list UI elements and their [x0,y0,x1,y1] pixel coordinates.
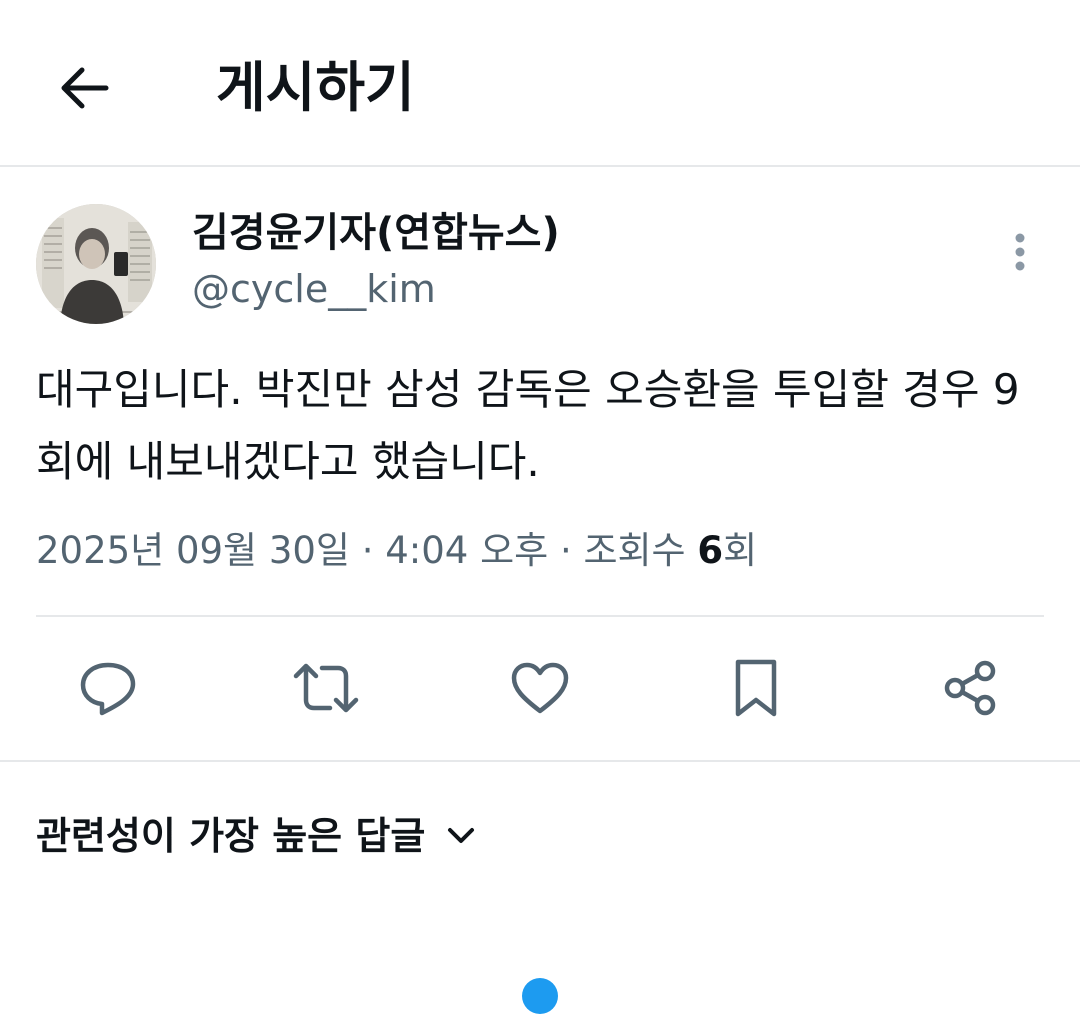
tweet-metadata: 2025년 09월 30일 · 4:04 오후 · 조회수 6회 [36,524,757,578]
avatar[interactable] [36,204,156,324]
reply-sort-dropdown[interactable]: 관련성이 가장 높은 답글 [36,808,475,864]
retweet-icon [293,663,359,713]
chevron-down-icon [447,827,475,845]
view-count[interactable]: 6 [697,529,723,572]
top-bar: 게시하기 [0,0,1080,167]
loading-spinner [522,978,558,1014]
timestamp: 2025년 09월 30일 · 4:04 오후 · 조회수 [36,529,698,572]
share-button[interactable] [932,650,1008,726]
bookmark-icon [735,659,777,717]
more-options-button[interactable] [1000,228,1040,276]
reply-button[interactable] [70,650,146,726]
tweet-text: 대구입니다. 박진만 삼성 감독은 오승환을 투입할 경우 9회에 내보내겠다고… [36,365,1020,486]
retweet-button[interactable] [288,650,364,726]
reply-icon [80,662,136,716]
page-title: 게시하기 [216,56,415,119]
arrow-left-icon [61,67,109,109]
author-handle[interactable]: @cycle__kim [192,264,436,314]
author-display-name[interactable]: 김경윤기자(연합뉴스) [192,206,560,260]
more-vertical-icon [1015,233,1025,271]
divider [36,615,1044,617]
share-icon [944,660,996,716]
divider [0,760,1080,762]
reply-sort-label: 관련성이 가장 높은 답글 [36,814,426,858]
bookmark-button[interactable] [718,650,794,726]
action-bar [36,650,1044,726]
like-button[interactable] [502,650,578,726]
back-button[interactable] [52,56,116,120]
view-suffix: 회 [723,529,758,572]
heart-icon [511,662,569,714]
